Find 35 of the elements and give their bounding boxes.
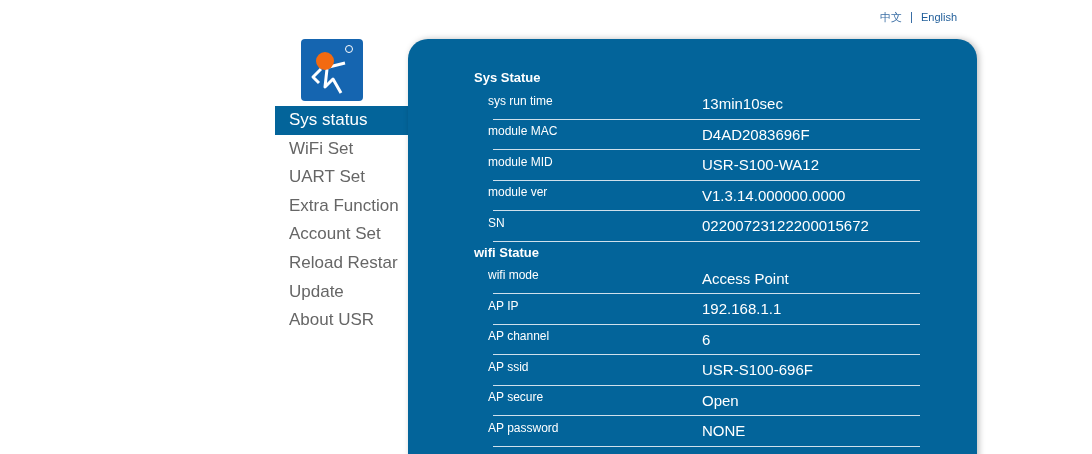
sidebar-item[interactable]: Reload Restar	[275, 248, 408, 278]
field-label: module MID	[487, 153, 554, 171]
logo-icon	[301, 39, 363, 101]
sidebar-item[interactable]: UART Set	[275, 163, 408, 192]
field-label: sys run time	[487, 92, 554, 110]
field-value: NONE	[702, 421, 746, 441]
language-link[interactable]: English	[920, 9, 957, 39]
field-value: V1.3.14.000000.0000	[702, 185, 846, 206]
field-value: USR-S100-696F	[702, 360, 813, 380]
field-label: AP password	[487, 419, 560, 437]
sidebar-item[interactable]: WiFi Set	[275, 134, 408, 164]
field-label: module MAC	[487, 123, 559, 140]
field-value: 13min10sec	[702, 94, 783, 114]
field-value: Access Point	[702, 268, 789, 289]
section-title: Sys Statue	[474, 69, 542, 87]
field-value: USR-S100-WA12	[702, 155, 819, 175]
field-value: 02200723122200015672	[702, 216, 869, 236]
sidebar-item[interactable]: Sys status	[275, 106, 408, 135]
language-link[interactable]: 中文	[879, 9, 902, 39]
section-title: wifi Statue	[474, 243, 540, 262]
sidebar-item[interactable]: Update	[275, 277, 408, 307]
field-label: AP ssid	[487, 358, 530, 376]
sidebar-item[interactable]: Account Set	[275, 220, 408, 249]
field-label: SN	[487, 214, 506, 232]
field-label: AP channel	[487, 328, 551, 345]
sidebar-item[interactable]: About USR	[275, 306, 408, 335]
field-label: AP secure	[487, 389, 545, 406]
sidebar-item[interactable]: Extra Function	[275, 191, 408, 221]
field-label: module ver	[487, 184, 549, 201]
field-label: AP IP	[487, 297, 520, 315]
field-value: 6	[702, 329, 711, 350]
field-label: wifi mode	[487, 267, 540, 284]
field-value: D4AD2083696F	[702, 124, 810, 145]
field-value: Open	[702, 390, 739, 411]
field-value: 192.168.1.1	[702, 299, 782, 319]
